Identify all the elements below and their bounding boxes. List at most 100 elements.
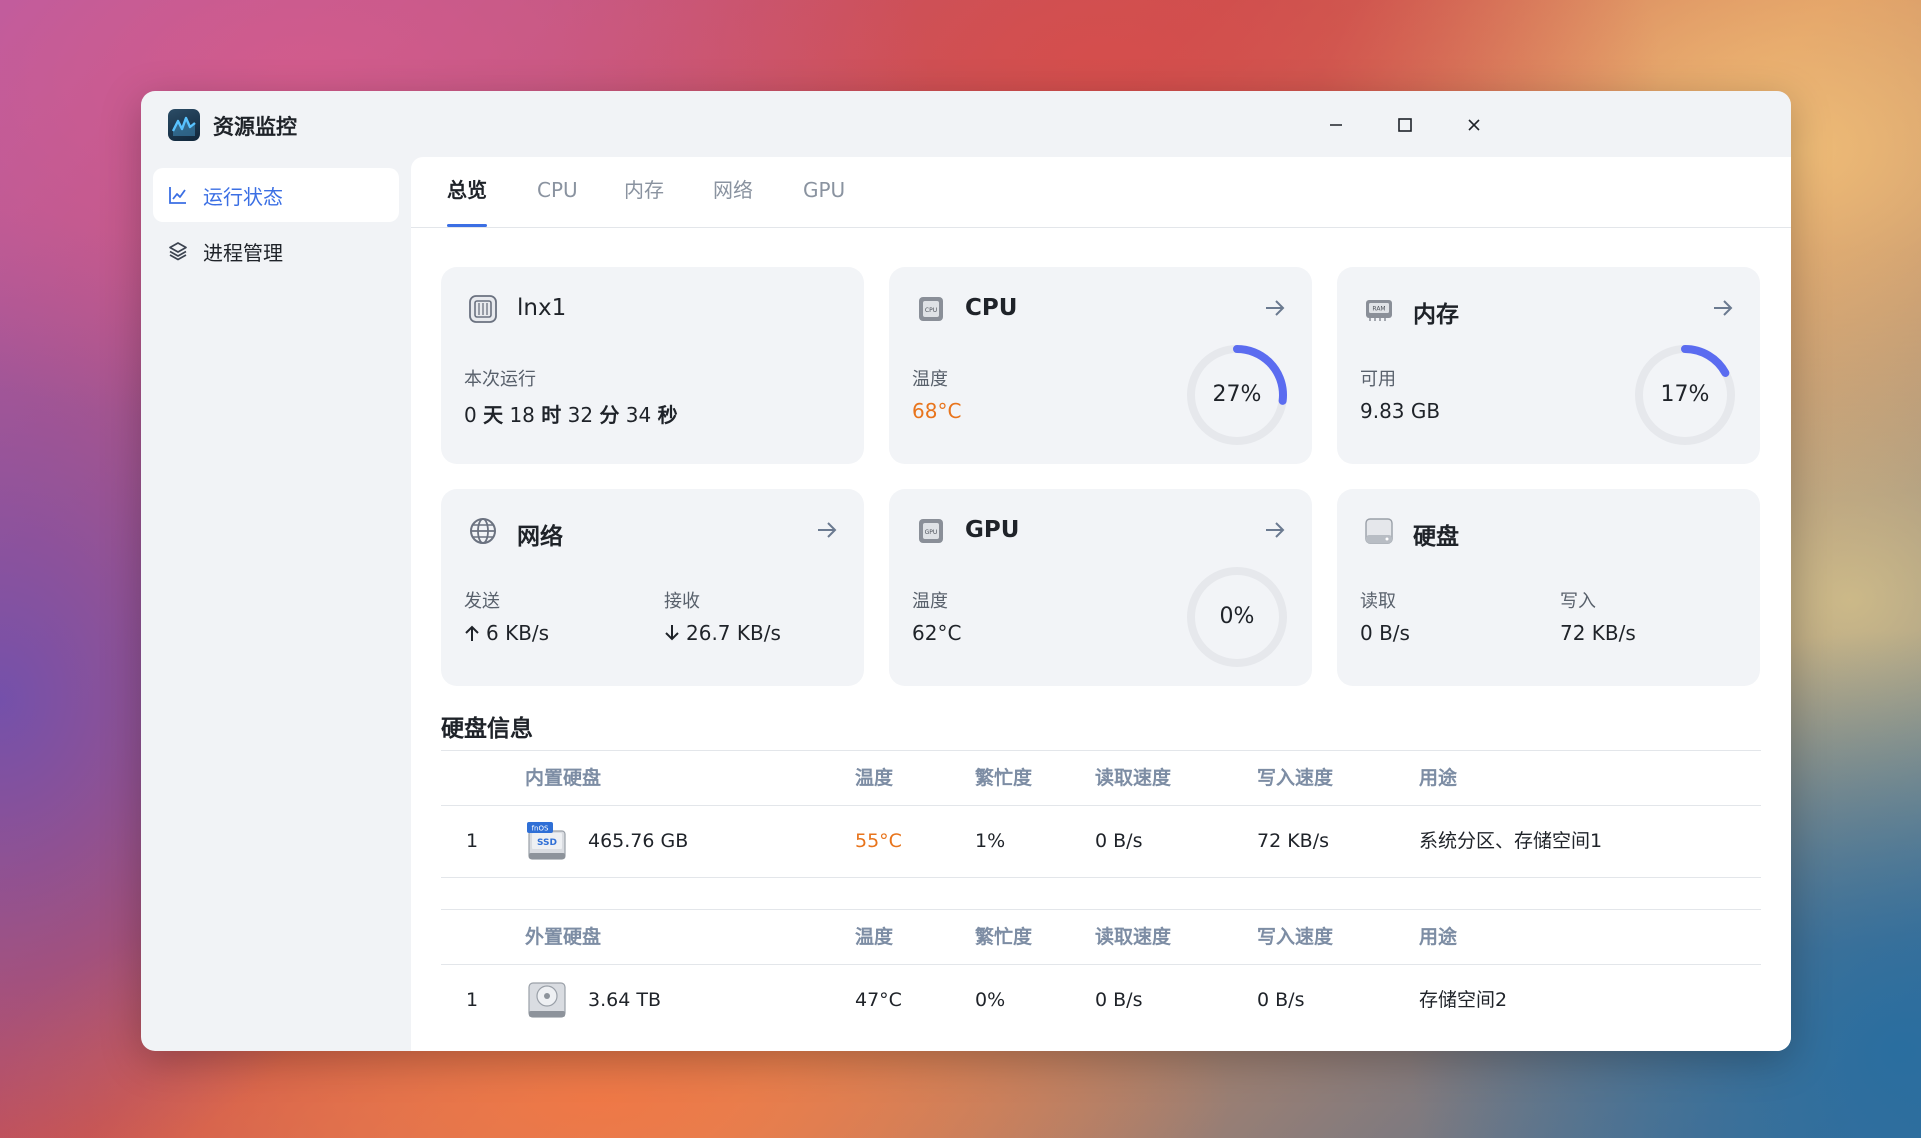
gpu-icon: GPU: [919, 519, 943, 543]
gpu-usage-value: 0%: [1219, 604, 1255, 629]
memory-available-value: 9.83 GB: [1360, 399, 1441, 423]
column-header: 繁忙度: [975, 926, 1033, 948]
tab-overview[interactable]: 总览: [447, 157, 487, 227]
svg-text:fnOS: fnOS: [532, 825, 549, 833]
cpu-temp-value: 68°C: [912, 399, 962, 423]
column-header: 用途: [1419, 767, 1458, 789]
server-chip-icon: [469, 295, 497, 323]
ram-icon: RAM: [1366, 300, 1392, 321]
cpu-temp-label: 温度: [912, 369, 948, 390]
main-content: 总览 CPU 内存 网络 GPU lnx1 本次运行 0 天 18 时 32 分…: [411, 157, 1791, 1051]
disk-card: 硬盘 读取 0 B/s 写入 72 KB/s: [1337, 489, 1760, 686]
sidebar: 运行状态 进程管理: [141, 157, 411, 1051]
arrow-down-icon: [665, 625, 679, 641]
tab-gpu[interactable]: GPU: [803, 157, 845, 227]
disk-size: 465.76 GB: [588, 830, 689, 852]
tab-cpu[interactable]: CPU: [537, 157, 578, 227]
tab-bar: 总览 CPU 内存 网络 GPU: [411, 157, 1791, 228]
minimize-button[interactable]: [1318, 109, 1354, 141]
minimize-icon: [1330, 124, 1342, 126]
maximize-icon: [1398, 118, 1412, 132]
svg-text:GPU: GPU: [925, 529, 938, 536]
ssd-icon: fnOS SSD: [527, 822, 566, 860]
arrow-right-icon[interactable]: [1710, 295, 1736, 321]
globe-icon: [470, 518, 496, 544]
sidebar-item-processes[interactable]: 进程管理: [153, 224, 399, 278]
memory-card[interactable]: RAM 内存 可用 9.83 GB 17%: [1337, 267, 1760, 464]
disk-usage: 存储空间2: [1419, 989, 1508, 1011]
network-recv-value: 26.7 KB/s: [664, 621, 781, 645]
tab-memory[interactable]: 内存: [624, 157, 664, 227]
disk-read-value: 0 B/s: [1360, 621, 1410, 645]
resource-monitor-window: 资源监控 运行状态 进程管理 总览 CPU 内存 网络 GPU lnx1 本次运…: [141, 91, 1791, 1051]
disk-write-label: 写入: [1560, 591, 1596, 612]
sidebar-item-label: 进程管理: [203, 240, 283, 265]
column-header: 外置硬盘: [525, 926, 602, 948]
disk-read-speed: 0 B/s: [1095, 989, 1143, 1011]
svg-text:CPU: CPU: [925, 307, 937, 314]
memory-usage-value: 17%: [1660, 382, 1710, 407]
row-index: 1: [466, 989, 479, 1011]
line-chart-icon: [166, 183, 190, 207]
layers-icon: [166, 239, 190, 263]
gpu-title: GPU: [965, 517, 1020, 543]
host-name: lnx1: [517, 295, 567, 321]
cpu-title: CPU: [965, 295, 1018, 321]
maximize-button[interactable]: [1387, 109, 1423, 141]
table-row: 1 3.64 TB 47°C 0% 0 B/s 0 B/s 存储空间2: [441, 964, 1761, 1036]
arrow-right-icon[interactable]: [814, 517, 840, 543]
close-button[interactable]: [1456, 109, 1492, 141]
svg-text:SSD: SSD: [537, 838, 557, 848]
column-header: 读取速度: [1095, 926, 1172, 948]
disk-write-speed: 72 KB/s: [1257, 830, 1330, 852]
gpu-card[interactable]: GPU GPU 温度 62°C 0%: [889, 489, 1312, 686]
gpu-temp-value: 62°C: [912, 621, 962, 645]
column-header: 读取速度: [1095, 767, 1172, 789]
network-card[interactable]: 网络 发送 6 KB/s 接收 26.7 KB/s: [441, 489, 864, 686]
close-icon: [1468, 119, 1480, 131]
table-header: 内置硬盘 温度 繁忙度 读取速度 写入速度 用途: [441, 750, 1761, 806]
sidebar-item-status[interactable]: 运行状态: [153, 168, 399, 222]
memory-title: 内存: [1413, 302, 1459, 328]
disk-busy: 0%: [975, 989, 1006, 1011]
disk-read-label: 读取: [1360, 591, 1396, 612]
uptime-label: 本次运行: [464, 369, 536, 390]
host-card: lnx1 本次运行 0 天 18 时 32 分 34 秒: [441, 267, 864, 464]
cpu-card[interactable]: CPU CPU 温度 68°C 27%: [889, 267, 1312, 464]
row-index: 1: [466, 830, 479, 852]
disk-busy: 1%: [975, 830, 1006, 852]
disk-size: 3.64 TB: [588, 989, 661, 1011]
disk-write-value: 72 KB/s: [1560, 621, 1636, 645]
disk-temp: 55°C: [855, 830, 902, 852]
column-header: 温度: [855, 926, 894, 948]
column-header: 内置硬盘: [525, 767, 602, 789]
disk-write-speed: 0 B/s: [1257, 989, 1305, 1011]
arrow-right-icon[interactable]: [1262, 517, 1288, 543]
title-bar: 资源监控: [141, 91, 1791, 157]
column-header: 繁忙度: [975, 767, 1033, 789]
arrow-up-icon: [465, 625, 479, 641]
table-row: 1 fnOS SSD 465.76 GB 55°C 1% 0 B/s 72 KB…: [441, 805, 1761, 878]
column-header: 写入速度: [1257, 767, 1334, 789]
disk-temp: 47°C: [855, 989, 902, 1011]
cpu-usage-value: 27%: [1212, 382, 1262, 407]
disk-read-speed: 0 B/s: [1095, 830, 1143, 852]
cpu-icon: CPU: [919, 297, 943, 321]
arrow-right-icon[interactable]: [1262, 295, 1288, 321]
svg-text:RAM: RAM: [1372, 306, 1385, 313]
external-hdd-icon: [528, 982, 566, 1018]
sidebar-item-label: 运行状态: [203, 184, 283, 209]
column-header: 写入速度: [1257, 926, 1334, 948]
gpu-temp-label: 温度: [912, 591, 948, 612]
network-title: 网络: [517, 524, 563, 550]
network-recv-label: 接收: [664, 591, 700, 612]
disk-info-title: 硬盘信息: [441, 716, 533, 742]
column-header: 温度: [855, 767, 894, 789]
uptime-value: 0 天 18 时 32 分 34 秒: [464, 403, 678, 427]
tab-network[interactable]: 网络: [713, 157, 753, 227]
network-send-value: 6 KB/s: [464, 621, 549, 645]
memory-available-label: 可用: [1360, 369, 1396, 390]
hard-disk-icon: [1365, 518, 1393, 544]
app-title: 资源监控: [213, 115, 297, 139]
table-header: 外置硬盘 温度 繁忙度 读取速度 写入速度 用途: [441, 909, 1761, 965]
